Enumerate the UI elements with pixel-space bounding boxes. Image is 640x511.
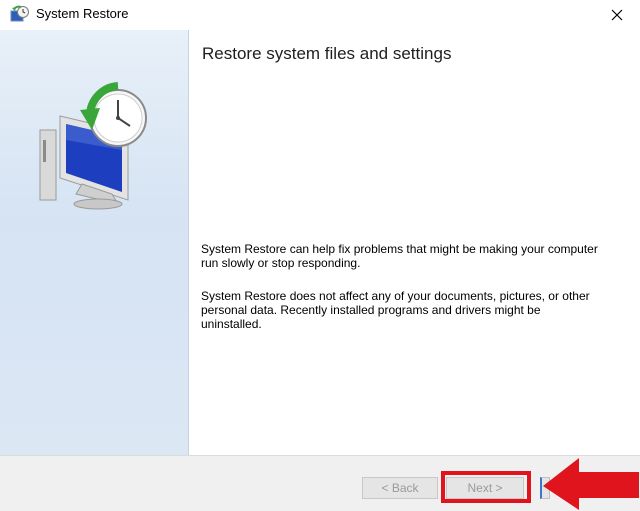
pointer-arrow-icon	[543, 458, 639, 510]
page-heading: Restore system files and settings	[202, 44, 452, 63]
description-paragraph-1: System Restore can help fix problems tha…	[201, 242, 598, 270]
close-icon	[611, 9, 623, 21]
system-restore-monitor-clock-icon	[39, 82, 147, 210]
footer-bar: < Back Next >	[0, 455, 640, 511]
sidebar-panel	[0, 30, 189, 455]
back-button[interactable]: < Back	[362, 477, 438, 499]
description-paragraph-2: System Restore does not affect any of yo…	[201, 289, 590, 331]
main-content: Restore system files and settings System…	[189, 30, 640, 455]
system-restore-window: System Restore Restore system files and …	[0, 0, 640, 511]
next-button-highlight	[441, 471, 531, 503]
close-button[interactable]	[594, 0, 640, 30]
system-restore-app-icon	[10, 5, 29, 22]
title-bar: System Restore	[0, 0, 640, 30]
window-title: System Restore	[36, 6, 129, 21]
